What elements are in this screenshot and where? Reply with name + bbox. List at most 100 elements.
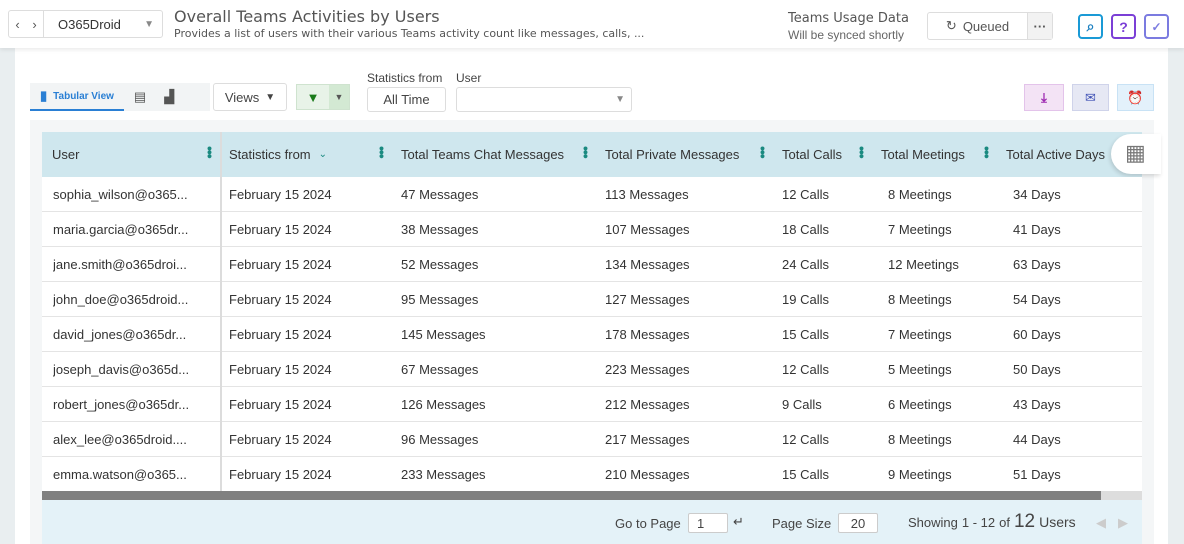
column-header-statistics-from[interactable]: Statistics from ⌄ — [229, 132, 327, 177]
search-icon: ⌕ — [1086, 18, 1095, 34]
user-select[interactable]: ▼ — [456, 87, 632, 112]
showing-summary: Showing 1 - 12 of 12 Users — [908, 511, 1076, 533]
cell-calls: 15 Calls — [782, 467, 829, 482]
cell-private-messages: 223 Messages — [605, 362, 690, 377]
cell-meetings: 7 Meetings — [888, 327, 952, 342]
showing-total: 12 — [1013, 511, 1036, 532]
cell-user: alex_lee@o365droid.... — [53, 432, 187, 447]
cell-active-days: 43 Days — [1013, 397, 1061, 412]
view-tabs: ▮ Tabular View ▤ ▟ — [30, 83, 210, 111]
user-label: User — [456, 71, 482, 85]
queued-button[interactable]: ↻ Queued — [928, 13, 1027, 39]
cell-meetings: 9 Meetings — [888, 467, 952, 482]
column-header-calls[interactable]: Total Calls — [782, 132, 842, 177]
help-button[interactable]: ? — [1111, 14, 1136, 39]
chevron-down-icon: ▼ — [615, 94, 625, 105]
table-body: sophia_wilson@o365... February 15 2024 47 … — [42, 177, 1142, 492]
cell-user: emma.watson@o365... — [53, 467, 187, 482]
cell-calls: 12 Calls — [782, 432, 829, 447]
cell-statistics-from: February 15 2024 — [229, 362, 332, 377]
table-row[interactable]: joseph_davis@o365d... February 15 2024 67 … — [42, 352, 1142, 387]
prev-page-icon[interactable]: ◀ — [1096, 515, 1106, 531]
column-menu-icon[interactable]: ••• — [374, 146, 390, 158]
queued-control: ↻ Queued ··· — [927, 12, 1053, 40]
tab-label: Tabular View — [53, 90, 114, 102]
enter-icon[interactable]: ↵ — [733, 514, 744, 530]
cell-chat-messages: 47 Messages — [401, 187, 479, 202]
tab-tabular-view[interactable]: ▮ Tabular View — [30, 83, 124, 111]
cell-calls: 12 Calls — [782, 362, 829, 377]
cell-active-days: 34 Days — [1013, 187, 1061, 202]
table-row[interactable]: maria.garcia@o365dr... February 15 2024 38… — [42, 212, 1142, 247]
cell-user: sophia_wilson@o365... — [53, 187, 188, 202]
download-button[interactable]: ⤓ — [1024, 84, 1064, 111]
column-menu-icon[interactable]: ••• — [979, 146, 995, 158]
cell-user: jane.smith@o365droi... — [53, 257, 187, 272]
stats-from-button[interactable]: All Time — [367, 87, 446, 112]
column-header-user[interactable]: User — [52, 132, 79, 177]
cell-calls: 12 Calls — [782, 187, 829, 202]
showing-unit: Users — [1039, 514, 1076, 530]
search-button[interactable]: ⌕ — [1078, 14, 1103, 39]
page-input[interactable]: 1 — [688, 513, 728, 533]
views-dropdown[interactable]: Views ▼ — [213, 83, 287, 111]
queued-label: Queued — [962, 18, 1010, 34]
column-menu-icon[interactable]: ••• — [854, 146, 870, 158]
table-row[interactable]: robert_jones@o365dr... February 15 2024 12… — [42, 387, 1142, 422]
views-label: Views — [224, 89, 260, 105]
table-row[interactable]: sophia_wilson@o365... February 15 2024 47 … — [42, 177, 1142, 212]
cell-user: robert_jones@o365dr... — [53, 397, 190, 412]
page-size-input[interactable]: 20 — [838, 513, 878, 533]
scrollbar-thumb[interactable] — [42, 491, 1101, 500]
forward-icon[interactable]: › — [26, 17, 43, 32]
column-header-chat-messages[interactable]: Total Teams Chat Messages — [401, 132, 564, 177]
cell-chat-messages: 52 Messages — [401, 257, 479, 272]
schedule-button[interactable]: ⏰ — [1117, 84, 1154, 111]
horizontal-scrollbar[interactable] — [42, 491, 1142, 500]
filter-icon: ▼ — [306, 89, 320, 105]
document-icon: ▮ — [40, 88, 48, 103]
workspace-select[interactable]: O365Droid ▼ — [43, 11, 162, 37]
cell-calls: 24 Calls — [782, 257, 829, 272]
table-row[interactable]: jane.smith@o365droi... February 15 2024 52… — [42, 247, 1142, 282]
column-header-meetings[interactable]: Total Meetings — [881, 132, 965, 177]
chevron-down-icon: ▼ — [144, 18, 154, 30]
filter-dropdown[interactable]: ▼ — [329, 85, 349, 109]
showing-prefix: Showing — [908, 515, 958, 530]
column-header-active-days[interactable]: Total Active Days — [1006, 132, 1105, 177]
column-menu-icon[interactable]: ••• — [755, 146, 771, 158]
column-settings-button[interactable]: ▦ — [1111, 134, 1161, 174]
table-row[interactable]: alex_lee@o365droid.... February 15 2024 96… — [42, 422, 1142, 457]
status-button[interactable]: ✓ — [1144, 14, 1169, 39]
back-icon[interactable]: ‹ — [9, 17, 26, 32]
filter-button[interactable]: ▼ — [297, 85, 329, 109]
cell-user: maria.garcia@o365dr... — [53, 222, 189, 237]
cell-meetings: 8 Meetings — [888, 432, 952, 447]
more-button[interactable]: ··· — [1027, 13, 1052, 39]
next-page-icon[interactable]: ▶ — [1118, 515, 1128, 531]
cell-private-messages: 127 Messages — [605, 292, 690, 307]
filter-control: ▼ ▼ — [296, 84, 350, 110]
cell-active-days: 60 Days — [1013, 327, 1061, 342]
cell-chat-messages: 38 Messages — [401, 222, 479, 237]
cell-private-messages: 113 Messages — [605, 187, 689, 202]
cell-meetings: 8 Meetings — [888, 187, 952, 202]
cell-calls: 19 Calls — [782, 292, 829, 307]
table-row[interactable]: emma.watson@o365... February 15 2024 233 M… — [42, 457, 1142, 492]
bar-chart-icon[interactable]: ▟ — [164, 89, 174, 105]
table-row[interactable]: john_doe@o365droid... February 15 2024 95 … — [42, 282, 1142, 317]
column-header-private-messages[interactable]: Total Private Messages — [605, 132, 739, 177]
cell-statistics-from: February 15 2024 — [229, 257, 332, 272]
showing-of: of — [999, 515, 1010, 530]
cell-statistics-from: February 15 2024 — [229, 292, 332, 307]
email-button[interactable]: ✉ — [1072, 84, 1109, 111]
report-chart-icon[interactable]: ▤ — [134, 89, 146, 105]
column-label: Statistics from — [229, 147, 311, 162]
column-menu-icon[interactable]: ••• — [202, 146, 218, 158]
column-menu-icon[interactable]: ••• — [578, 146, 594, 158]
cell-active-days: 51 Days — [1013, 467, 1061, 482]
cell-chat-messages: 126 Messages — [401, 397, 486, 412]
table-row[interactable]: david_jones@o365dr... February 15 2024 145… — [42, 317, 1142, 352]
cell-statistics-from: February 15 2024 — [229, 187, 332, 202]
cell-active-days: 41 Days — [1013, 222, 1061, 237]
